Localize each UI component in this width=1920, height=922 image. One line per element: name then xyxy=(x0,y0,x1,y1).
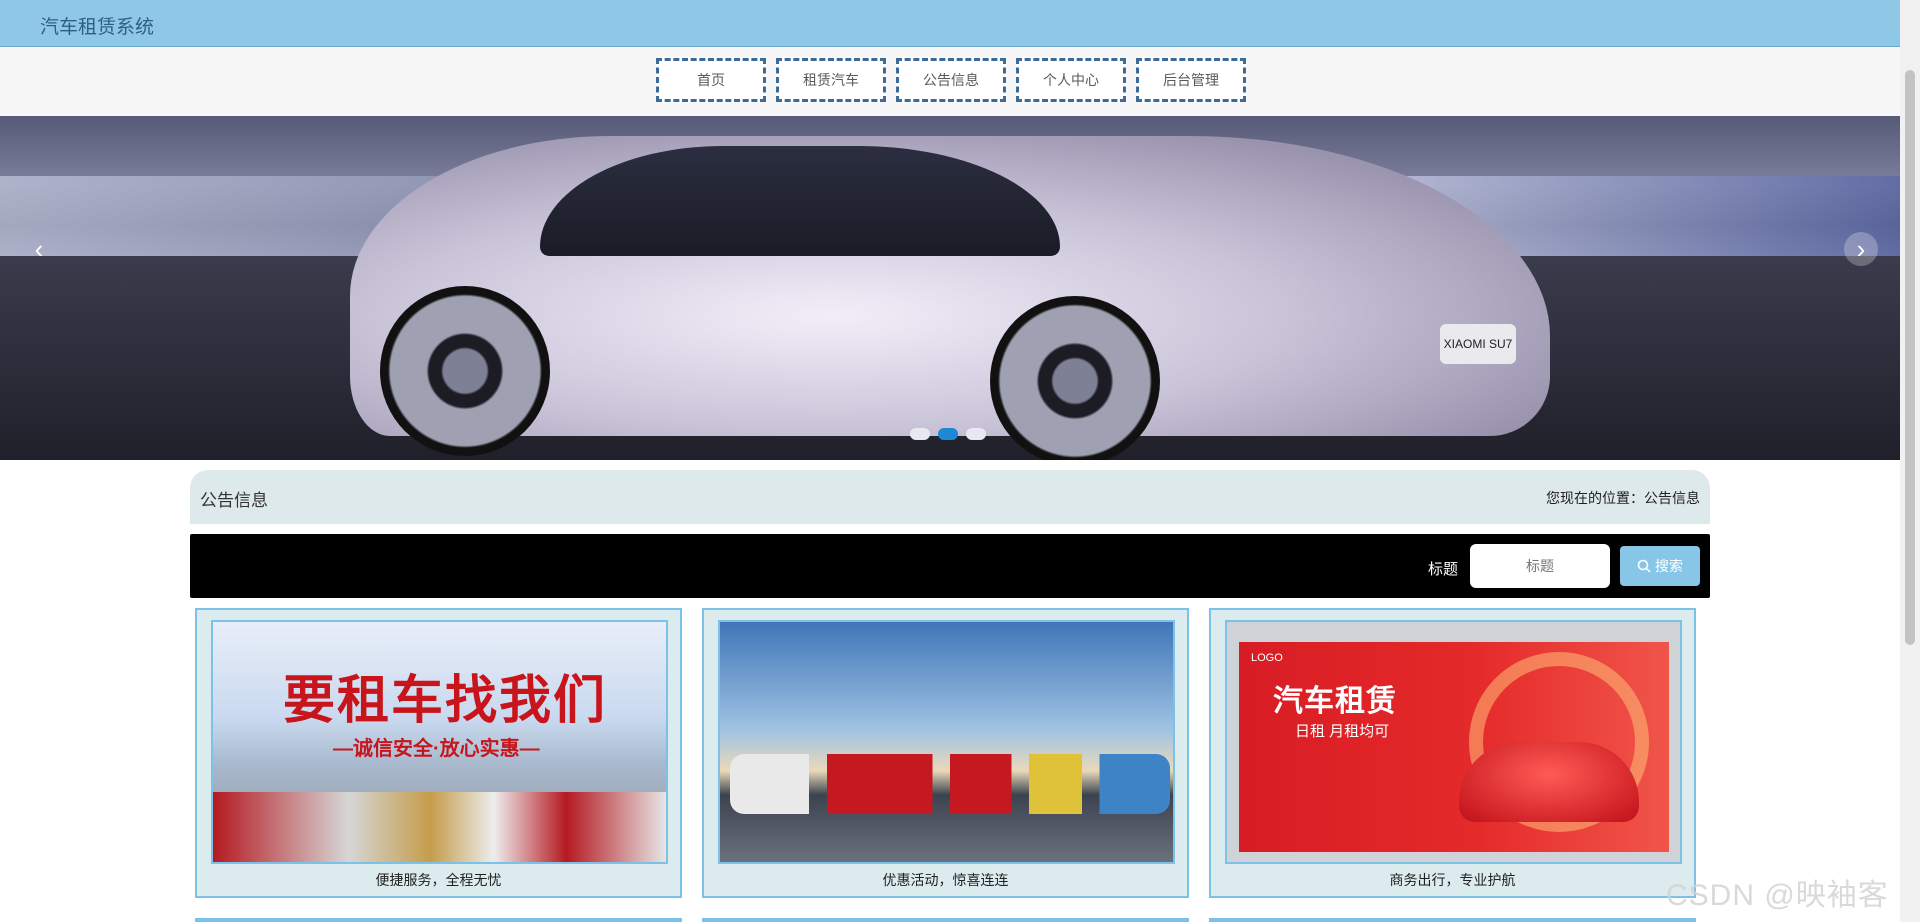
carousel-next-button[interactable]: › xyxy=(1844,232,1878,266)
image-cars xyxy=(213,792,666,862)
scrollbar-thumb[interactable] xyxy=(1905,70,1915,645)
banner-car-wheel xyxy=(380,286,550,456)
image-car xyxy=(1459,742,1639,822)
carousel-indicators xyxy=(910,428,986,440)
chevron-left-icon: ‹ xyxy=(34,233,44,264)
carousel-dot-3[interactable] xyxy=(966,428,986,440)
site-title[interactable]: 汽车租赁系统 xyxy=(40,12,154,39)
announcement-image[interactable] xyxy=(718,620,1175,864)
page-scrollbar[interactable] xyxy=(1900,0,1920,922)
announcement-image[interactable]: LOGO 汽车租赁 日租 月租均可 xyxy=(1225,620,1682,864)
banner-car-plate: XIAOMI SU7 xyxy=(1440,324,1516,364)
search-bar: 标题 搜索 xyxy=(190,534,1710,598)
announcement-title[interactable]: 商务出行，专业护航 xyxy=(1225,870,1680,890)
carousel-dot-2[interactable] xyxy=(938,428,958,440)
nav-item-admin[interactable]: 后台管理 xyxy=(1136,58,1246,102)
nav-item-home[interactable]: 首页 xyxy=(656,58,766,102)
banner-car-wheel xyxy=(990,296,1160,460)
announcement-card[interactable]: LOGO 汽车租赁 日租 月租均可 商务出行，专业护航 xyxy=(1209,608,1696,898)
search-label: 标题 xyxy=(1428,561,1459,578)
announcement-grid: 要租车找我们 —诚信安全·放心实惠— 便捷服务，全程无忧 优惠活动，惊喜连连 L… xyxy=(195,608,1696,898)
image-poster: LOGO 汽车租赁 日租 月租均可 xyxy=(1239,642,1669,852)
announcement-title[interactable]: 优惠活动，惊喜连连 xyxy=(718,870,1173,890)
carousel-dot-1[interactable] xyxy=(910,428,930,440)
header-bar: 汽车租赁系统 xyxy=(0,0,1900,47)
image-headline: 要租车找我们 xyxy=(283,672,608,730)
card-top-edge xyxy=(195,918,682,922)
announcement-card[interactable]: 优惠活动，惊喜连连 xyxy=(702,608,1189,898)
nav-item-announcements[interactable]: 公告信息 xyxy=(896,58,1006,102)
section-title: 公告信息 xyxy=(200,491,268,510)
breadcrumb-bar: 公告信息 您现在的位置：公告信息 xyxy=(190,470,1710,524)
watermark: CSDN @映袖客 xyxy=(1666,879,1889,912)
image-subline: —诚信安全·放心实惠— xyxy=(333,738,540,760)
chevron-right-icon: › xyxy=(1856,233,1866,264)
image-logo: LOGO xyxy=(1251,652,1283,664)
announcement-card[interactable]: 要租车找我们 —诚信安全·放心实惠— 便捷服务，全程无忧 xyxy=(195,608,682,898)
breadcrumb-location: 您现在的位置：公告信息 xyxy=(1546,490,1700,506)
carousel-prev-button[interactable]: ‹ xyxy=(22,232,56,266)
search-button-label: 搜索 xyxy=(1655,558,1683,574)
nav-list: 首页 租赁汽车 公告信息 个人中心 后台管理 xyxy=(656,58,1246,102)
image-cars xyxy=(730,754,1170,814)
card-top-edge xyxy=(1209,918,1696,922)
nav-item-personal-center[interactable]: 个人中心 xyxy=(1016,58,1126,102)
image-headline: 汽车租赁 xyxy=(1273,685,1397,718)
search-icon xyxy=(1637,559,1651,573)
banner-carousel[interactable]: XIAOMI SU7 xyxy=(0,116,1900,460)
next-row-cards xyxy=(195,918,1696,922)
search-input[interactable] xyxy=(1470,544,1610,588)
announcement-image[interactable]: 要租车找我们 —诚信安全·放心实惠— xyxy=(211,620,668,864)
nav-item-rent-car[interactable]: 租赁汽车 xyxy=(776,58,886,102)
image-subline: 日租 月租均可 xyxy=(1295,723,1390,740)
card-top-edge xyxy=(702,918,1189,922)
announcement-title[interactable]: 便捷服务，全程无忧 xyxy=(211,870,666,890)
search-button[interactable]: 搜索 xyxy=(1620,546,1700,586)
nav-bar: 首页 租赁汽车 公告信息 个人中心 后台管理 xyxy=(0,47,1900,116)
